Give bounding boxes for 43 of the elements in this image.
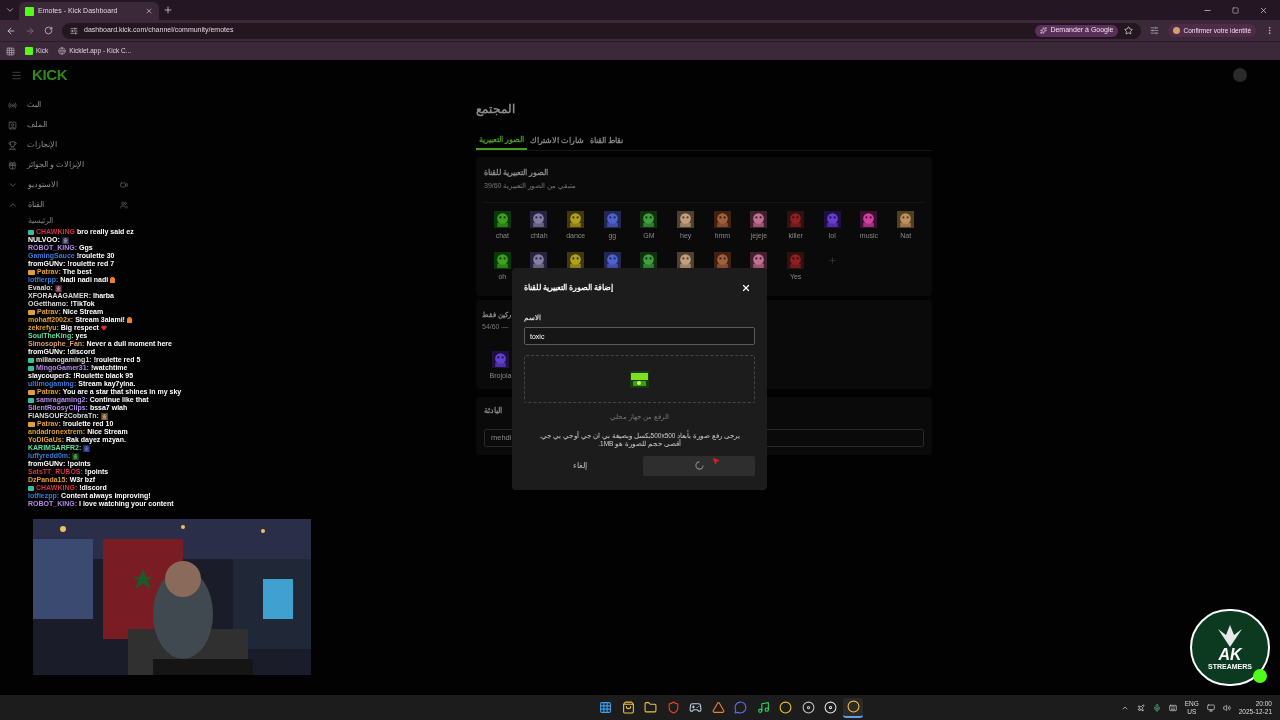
close-tab-icon[interactable] [145, 7, 153, 15]
back-icon[interactable] [6, 25, 16, 36]
camera-icon [120, 181, 128, 189]
close-icon[interactable] [741, 282, 751, 293]
kick-logo[interactable]: KICK [32, 63, 68, 87]
microphone-icon[interactable] [1152, 703, 1161, 712]
sidebar-subitem[interactable]: الرئيسية [8, 215, 170, 227]
sidebar-item[interactable]: الإنجازات [27, 139, 128, 151]
globe-icon [58, 47, 67, 55]
reload-icon[interactable] [44, 26, 53, 35]
gift-icon [8, 160, 17, 170]
keyboard-icon[interactable] [1168, 703, 1177, 712]
browser-icon[interactable] [843, 697, 864, 718]
new-tab-icon[interactable] [163, 5, 173, 15]
maximize-icon[interactable] [1232, 6, 1239, 14]
site-settings-icon[interactable] [70, 26, 78, 35]
trophy-icon [8, 140, 17, 150]
network-icon[interactable] [1206, 703, 1215, 712]
volume-icon[interactable] [1222, 703, 1231, 712]
profile-icon [8, 120, 17, 130]
logo-text: AK [1218, 646, 1242, 663]
loading-spinner-icon [694, 461, 704, 470]
kick-favicon-icon [25, 47, 33, 55]
extensions-icon[interactable] [1150, 26, 1160, 35]
broadcast-icon [8, 100, 17, 110]
card-title: البادئة [484, 405, 502, 417]
sidebar-item[interactable]: القناة [28, 199, 110, 211]
close-window-icon[interactable] [1259, 5, 1268, 15]
sidebar-item[interactable]: الاستوديو [28, 179, 110, 191]
sparkle-icon [1040, 27, 1048, 34]
sidebar-item[interactable]: الملف [27, 119, 128, 131]
cursor-icon [712, 457, 720, 465]
sidebar-item[interactable]: البث [27, 99, 128, 111]
users-icon [120, 201, 128, 209]
card-title: الصور التعبيرية للقناة [484, 167, 549, 179]
apps-icon[interactable] [6, 46, 15, 56]
kick-badge-icon [1253, 669, 1267, 683]
airplane-icon[interactable] [1136, 703, 1145, 712]
tab-list-icon[interactable] [5, 5, 15, 15]
sidebar-item[interactable]: الإنزالات و الجوائز [27, 159, 128, 171]
bookmark-star-icon[interactable] [1124, 26, 1134, 35]
kick-favicon-icon [25, 6, 34, 16]
page-title: المجتمع [476, 101, 516, 119]
